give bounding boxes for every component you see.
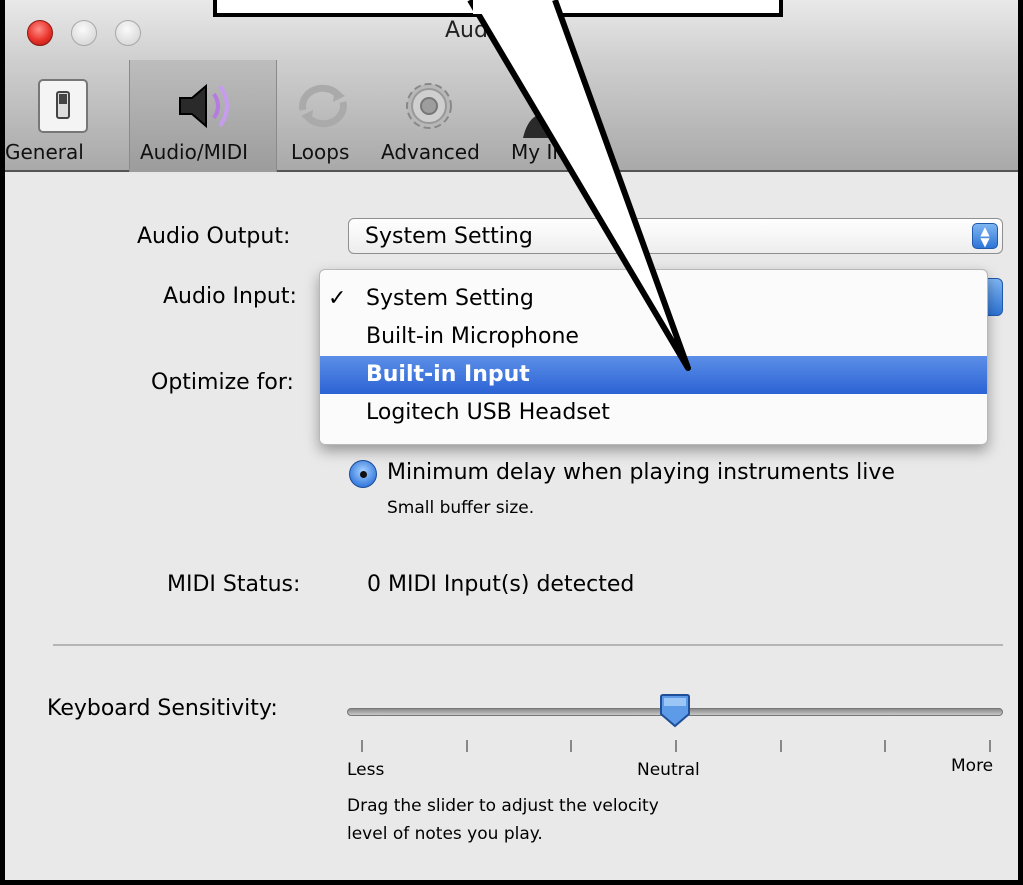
callout-pointer	[467, 0, 691, 371]
